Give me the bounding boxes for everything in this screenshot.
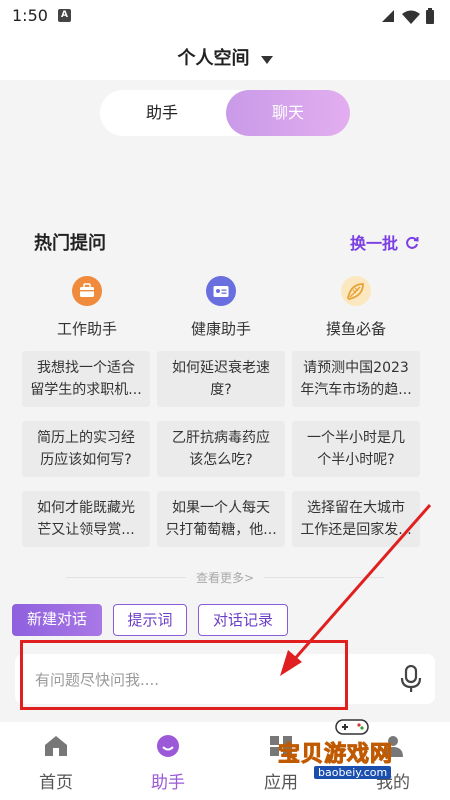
- card-line: 请预测中国2023: [303, 360, 409, 376]
- tab-home[interactable]: 首页: [11, 734, 101, 793]
- wifi-icon: [402, 10, 420, 24]
- new-chat-button[interactable]: 新建对话: [12, 604, 102, 636]
- tab-assistant-nav[interactable]: 助手: [123, 734, 213, 793]
- question-card[interactable]: 选择留在大城市 工作还是回家发...: [292, 491, 420, 547]
- question-card[interactable]: 我想找一个适合 留学生的求职机...: [22, 351, 150, 407]
- question-card[interactable]: 简历上的实习经 历应该如何写?: [22, 421, 150, 477]
- hot-questions-title: 热门提问: [34, 233, 106, 254]
- briefcase-icon: [72, 276, 102, 306]
- id-card-icon: [206, 276, 236, 306]
- card-line: 乙肝抗病毒药应: [172, 430, 270, 446]
- question-card[interactable]: 如何延迟衰老速 度?: [157, 351, 285, 407]
- card-line: 如何才能既藏光: [37, 500, 135, 516]
- watermark-text: 宝贝游戏网: [277, 742, 394, 768]
- card-line: 只打葡萄糖，他...: [165, 522, 277, 538]
- refresh-button[interactable]: 换一批: [350, 230, 419, 254]
- card-line: 芒又让领导赏...: [37, 522, 135, 538]
- signal-icon: [382, 10, 394, 22]
- battery-icon: [426, 8, 434, 24]
- tab-assistant[interactable]: 助手: [100, 90, 224, 136]
- microphone-icon[interactable]: [399, 664, 423, 697]
- category-health[interactable]: 健康助手: [161, 276, 281, 339]
- card-line: 一个半小时是几: [307, 430, 405, 446]
- title-bar: 个人空间: [0, 34, 450, 80]
- question-card[interactable]: 请预测中国2023 年汽车市场的趋...: [292, 351, 420, 407]
- caret-down-icon: [260, 50, 273, 69]
- assistant-icon: [157, 735, 179, 757]
- question-card[interactable]: 乙肝抗病毒药应 该怎么吃?: [157, 421, 285, 477]
- question-card[interactable]: 如果一个人每天 只打葡萄糖，他...: [157, 491, 285, 547]
- home-icon: [45, 736, 67, 756]
- gamepad-icon: [335, 719, 369, 735]
- category-slacking[interactable]: 摸鱼必备: [296, 276, 416, 339]
- chat-history-button[interactable]: 对话记录: [198, 604, 288, 636]
- page-title: 个人空间: [177, 48, 250, 69]
- category-work[interactable]: 工作助手: [27, 276, 147, 339]
- refresh-icon: [405, 235, 419, 254]
- mode-switch: 助手 聊天: [100, 90, 350, 136]
- status-time: 1:50: [12, 6, 48, 25]
- card-line: 选择留在大城市: [307, 500, 405, 516]
- tab-label: 助手: [151, 773, 185, 793]
- card-line: 年汽车市场的趋...: [300, 382, 412, 398]
- card-line: 简历上的实习经: [37, 430, 135, 446]
- question-card[interactable]: 如何才能既藏光 芒又让领导赏...: [22, 491, 150, 547]
- status-icons: [380, 8, 440, 30]
- card-line: 历应该如何写?: [40, 452, 132, 468]
- watermark-url: baobeiy.com: [314, 766, 392, 779]
- category-label: 健康助手: [190, 320, 251, 338]
- tab-chat[interactable]: 聊天: [226, 90, 350, 136]
- notification-a-icon: A: [58, 9, 71, 22]
- prompts-button[interactable]: 提示词: [113, 604, 187, 636]
- card-line: 留学生的求职机...: [30, 382, 142, 398]
- category-label: 摸鱼必备: [325, 320, 386, 338]
- watermark-logo: 宝贝游戏网 baobeiy.com: [277, 716, 428, 788]
- see-more-link[interactable]: 查看更多>: [0, 569, 450, 586]
- status-bar: 1:50 A: [0, 0, 450, 34]
- category-label: 工作助手: [56, 320, 117, 338]
- card-line: 工作还是回家发...: [300, 522, 412, 538]
- annotation-highlight-box: [20, 640, 348, 710]
- tab-label: 首页: [39, 773, 73, 793]
- card-line: 我想找一个适合: [37, 360, 135, 376]
- refresh-label: 换一批: [350, 234, 399, 253]
- card-line: 如何延迟衰老速: [172, 360, 270, 376]
- question-card[interactable]: 一个半小时是几 个半小时呢?: [292, 421, 420, 477]
- card-line: 该怎么吃?: [189, 452, 253, 468]
- card-line: 个半小时呢?: [317, 452, 395, 468]
- card-line: 如果一个人每天: [172, 500, 270, 516]
- card-line: 度?: [210, 382, 232, 398]
- space-selector[interactable]: 个人空间: [0, 44, 450, 70]
- fish-icon: [341, 276, 371, 306]
